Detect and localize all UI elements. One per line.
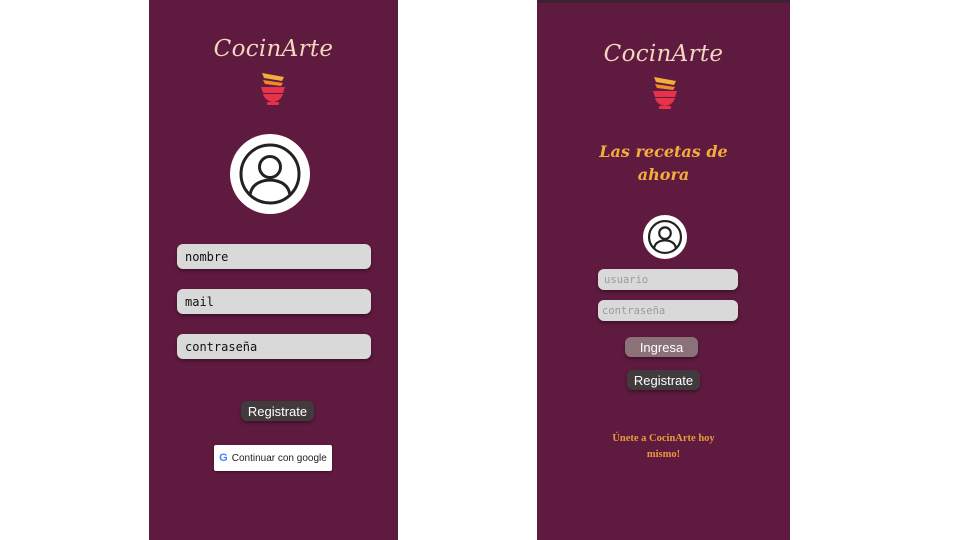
login-screen: CocinArte Las recetas de ahora Ingresa R…: [537, 0, 790, 540]
bowl-icon: [261, 73, 285, 105]
promo-line1: Únete a CocinArte hoy: [612, 433, 715, 444]
google-signin-label: Continuar con google: [231, 452, 327, 464]
profile-avatar[interactable]: [643, 215, 687, 259]
register-button[interactable]: Registrate: [627, 370, 700, 390]
mail-field[interactable]: [177, 289, 371, 314]
promo-line2: mismo!: [646, 449, 681, 460]
app-logo-text: CocinArte: [603, 41, 724, 67]
user-icon: [647, 219, 683, 255]
tagline-line1: Las recetas de: [599, 142, 728, 161]
register-button[interactable]: Registrate: [241, 401, 314, 421]
app-logo-text: CocinArte: [213, 36, 334, 62]
register-screen: CocinArte Registrate G Continuar con goo…: [149, 0, 398, 540]
password-field[interactable]: [598, 300, 738, 321]
name-field[interactable]: [177, 244, 371, 269]
login-button[interactable]: Ingresa: [625, 337, 698, 357]
profile-avatar[interactable]: [230, 134, 310, 214]
google-icon: G: [219, 452, 228, 464]
password-field[interactable]: [177, 334, 371, 359]
tagline: Las recetas de ahora: [537, 140, 790, 186]
bowl-icon: [653, 77, 677, 109]
tagline-line2: ahora: [637, 165, 690, 184]
user-icon: [239, 143, 301, 205]
username-field[interactable]: [598, 269, 738, 290]
promo-text: Únete a CocinArte hoy mismo!: [537, 431, 790, 463]
google-signin-button[interactable]: G Continuar con google: [214, 445, 332, 471]
